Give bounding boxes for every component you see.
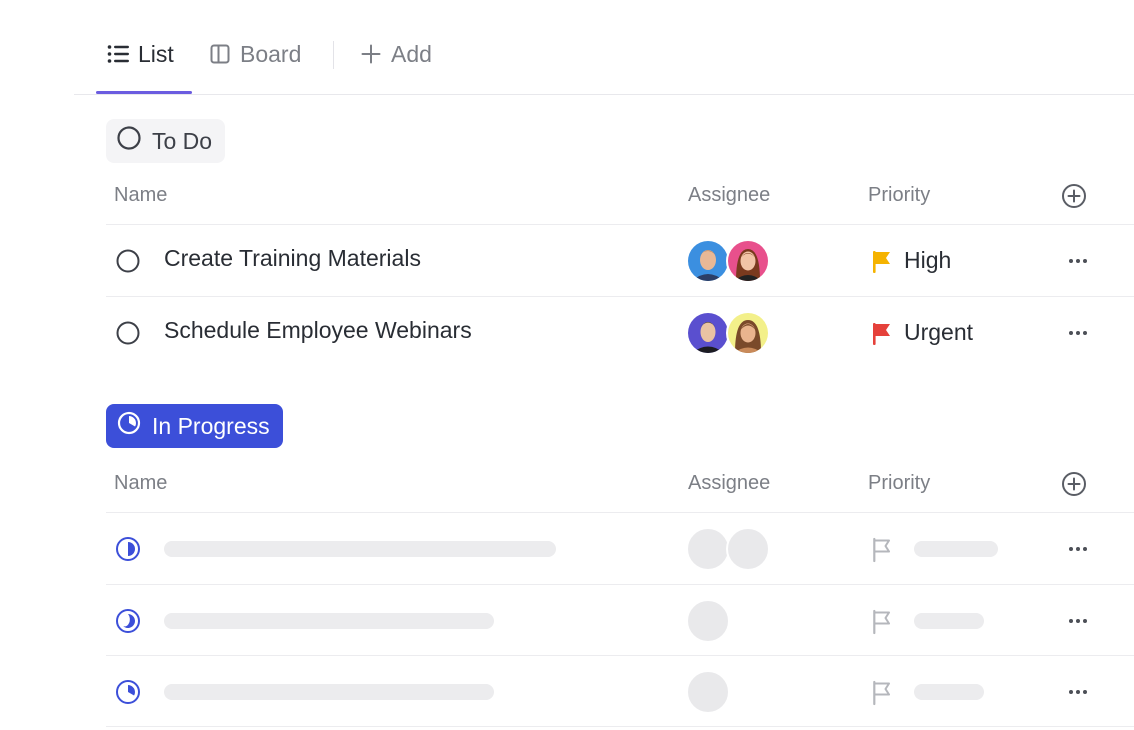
avatar-placeholder — [726, 527, 770, 571]
tab-list-label: List — [138, 40, 174, 67]
tab-board-label: Board — [240, 40, 302, 67]
more-options-icon[interactable] — [1064, 678, 1092, 706]
more-options-icon[interactable] — [1064, 535, 1092, 563]
avatar[interactable] — [726, 239, 770, 283]
status-group-todo[interactable]: To Do — [106, 119, 226, 163]
column-header-priority[interactable]: Priority — [868, 472, 930, 495]
priority-label: Urgent — [904, 319, 974, 345]
active-tab-indicator — [96, 91, 192, 94]
plus-icon — [360, 43, 382, 65]
tab-board[interactable]: Board — [209, 36, 301, 72]
more-options-icon[interactable] — [1064, 319, 1092, 347]
task-status-circle-icon[interactable] — [115, 320, 141, 346]
task-name-placeholder — [164, 613, 494, 629]
tab-divider — [333, 41, 334, 69]
in-progress-status-icon[interactable] — [115, 536, 141, 562]
more-options-icon[interactable] — [1064, 247, 1092, 275]
in-progress-status-icon[interactable] — [115, 679, 141, 705]
priority-placeholder — [914, 613, 984, 629]
priority-placeholder — [914, 541, 998, 557]
in-progress-status-icon — [116, 410, 142, 442]
priority-flag-empty-icon[interactable] — [870, 537, 894, 563]
placeholder-row[interactable] — [106, 655, 1134, 727]
task-name-placeholder — [164, 541, 556, 557]
column-header-assignee[interactable]: Assignee — [688, 184, 770, 207]
add-view-label: Add — [391, 40, 432, 67]
table-row[interactable]: Schedule Employee Webinars Urgent — [106, 296, 1134, 368]
add-view-button[interactable]: Add — [360, 36, 432, 72]
status-group-label: To Do — [152, 127, 213, 154]
avatar[interactable] — [686, 239, 730, 283]
task-status-circle-icon[interactable] — [115, 248, 141, 274]
column-header-priority[interactable]: Priority — [868, 184, 930, 207]
tab-list[interactable]: List — [107, 36, 174, 72]
avatar-placeholder — [686, 527, 730, 571]
priority-flag-empty-icon[interactable] — [870, 609, 894, 635]
priority-flag-urgent-icon[interactable] — [870, 321, 894, 347]
avatar[interactable] — [726, 311, 770, 355]
list-icon — [107, 43, 129, 65]
add-column-icon[interactable] — [1061, 471, 1087, 497]
column-header-name[interactable]: Name — [114, 184, 167, 207]
column-header-name[interactable]: Name — [114, 472, 167, 495]
priority-flag-empty-icon[interactable] — [870, 680, 894, 706]
priority-flag-high-icon[interactable] — [870, 249, 894, 275]
more-options-icon[interactable] — [1064, 607, 1092, 635]
view-tabs: List Board Add — [74, 0, 1134, 95]
status-group-label: In Progress — [152, 412, 270, 439]
column-header-assignee[interactable]: Assignee — [688, 472, 770, 495]
priority-placeholder — [914, 684, 984, 700]
table-row[interactable]: Create Training Materials High — [106, 224, 1134, 296]
priority-label: High — [904, 247, 952, 273]
placeholder-row[interactable] — [106, 512, 1134, 584]
in-progress-status-icon[interactable] — [115, 608, 141, 634]
task-name[interactable]: Schedule Employee Webinars — [164, 317, 472, 344]
task-name[interactable]: Create Training Materials — [164, 245, 421, 272]
avatar-placeholder — [686, 599, 730, 643]
add-column-icon[interactable] — [1061, 183, 1087, 209]
board-icon — [209, 43, 231, 65]
todo-status-icon — [116, 125, 142, 157]
task-name-placeholder — [164, 684, 494, 700]
avatar[interactable] — [686, 311, 730, 355]
avatar-placeholder — [686, 670, 730, 714]
placeholder-row[interactable] — [106, 584, 1134, 656]
status-group-in-progress[interactable]: In Progress — [106, 404, 283, 448]
